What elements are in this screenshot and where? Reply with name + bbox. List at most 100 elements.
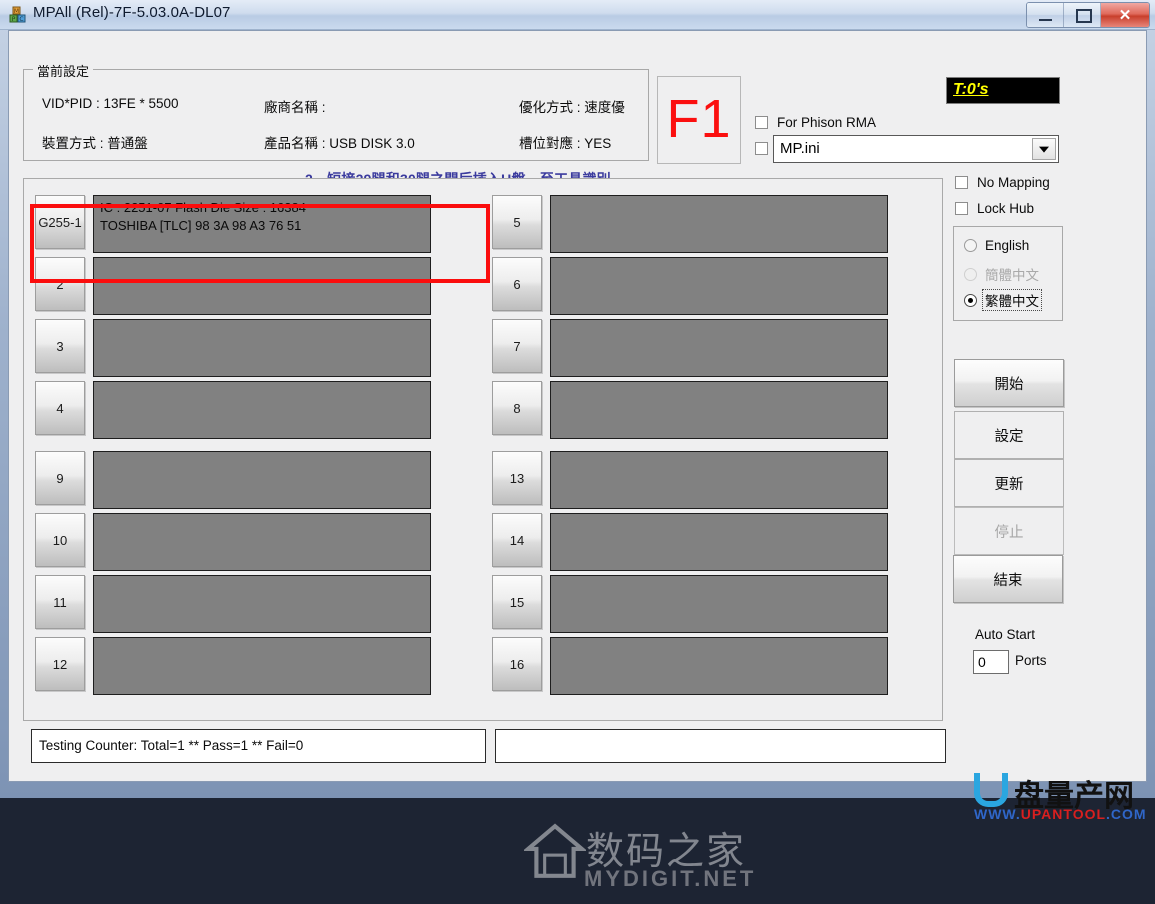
watermark-mydigit: 数码之家 MYDIGIT.NET: [524, 814, 844, 904]
window-controls: ✕: [1026, 2, 1150, 28]
lock-hub-row[interactable]: Lock Hub: [955, 201, 1034, 216]
slot-info-field[interactable]: IC : 2251-07 Flash Die Size : 16384 TOSH…: [93, 195, 431, 253]
ports-input[interactable]: 0: [973, 650, 1009, 674]
slot-number-button[interactable]: 8: [492, 381, 542, 435]
simplified-chinese-label: 簡體中文: [985, 268, 1039, 283]
slot-number-button[interactable]: 12: [35, 637, 85, 691]
close-icon: ✕: [1118, 7, 1132, 24]
status-message-field: [495, 729, 946, 763]
u-logo-icon: [974, 773, 1008, 807]
no-mapping-label: No Mapping: [977, 175, 1050, 190]
exit-button[interactable]: 結束: [953, 555, 1063, 603]
for-phison-rma-row[interactable]: For Phison RMA: [755, 115, 876, 130]
slot-info-field[interactable]: [550, 381, 888, 439]
slot-info-field[interactable]: [93, 451, 431, 509]
slot-number-button[interactable]: G255-1: [35, 195, 85, 249]
slot-info-field[interactable]: [550, 195, 888, 253]
current-settings-group: 當前設定 VID*PID : 13FE * 5500 裝置方式 : 普通盤 廠商…: [23, 61, 649, 161]
svg-text:P: P: [12, 16, 16, 23]
watermark-url-mid: UPANTOOL: [1020, 806, 1107, 822]
elapsed-time-value: T:0's: [953, 81, 989, 98]
stop-button: 停止: [954, 507, 1064, 555]
application-window: M P C MPAll (Rel)-7F-5.03.0A-DL07 ✕ 當前設定…: [0, 0, 1155, 891]
start-button[interactable]: 開始: [954, 359, 1064, 407]
app-icon: M P C: [9, 6, 26, 23]
slot-info-field[interactable]: [550, 257, 888, 315]
slot-info-field[interactable]: [93, 319, 431, 377]
slot-info-field[interactable]: [550, 575, 888, 633]
testing-counter-text: Testing Counter: Total=1 ** Pass=1 ** Fa…: [39, 738, 304, 753]
slots-panel: G255-1 IC : 2251-07 Flash Die Size : 163…: [23, 178, 943, 891]
ports-input-value: 0: [978, 654, 986, 670]
slot-info-line2: TOSHIBA [TLC] 98 3A 98 A3 76 51: [100, 218, 302, 233]
slot-info-field[interactable]: [93, 637, 431, 695]
watermark-center-cn: 数码之家: [586, 829, 747, 873]
watermark-center-en: MYDIGIT.NET: [584, 866, 757, 891]
slot-info-line1: IC : 2251-07 Flash Die Size : 16384: [100, 200, 306, 215]
slot-mapping-value: 槽位對應 : YES: [519, 136, 612, 151]
for-phison-rma-checkbox[interactable]: [755, 116, 768, 129]
ini-file-checkbox[interactable]: [755, 142, 768, 155]
language-option-simplified[interactable]: 簡體中文: [964, 264, 1039, 284]
svg-text:M: M: [14, 8, 19, 15]
slot-info-field[interactable]: [93, 575, 431, 633]
slot-number-button[interactable]: 6: [492, 257, 542, 311]
settings-button[interactable]: 設定: [954, 411, 1064, 459]
slot-number-button[interactable]: 15: [492, 575, 542, 629]
no-mapping-row[interactable]: No Mapping: [955, 175, 1050, 190]
slot-number-button[interactable]: 13: [492, 451, 542, 505]
simplified-chinese-radio[interactable]: [964, 267, 977, 281]
vid-pid-value: VID*PID : 13FE * 5500: [42, 96, 179, 111]
slot-info-field[interactable]: [550, 451, 888, 509]
slot-info-field[interactable]: [550, 319, 888, 377]
f1-label: F1: [666, 88, 732, 149]
slot-number-button[interactable]: 11: [35, 575, 85, 629]
maximize-icon: [1076, 9, 1092, 23]
f1-indicator-panel: F1: [657, 76, 741, 164]
slot-number-button[interactable]: 5: [492, 195, 542, 249]
device-mode-value: 裝置方式 : 普通盤: [42, 136, 148, 151]
slot-number-button[interactable]: 2: [35, 257, 85, 311]
watermark-logo-url: WWW.UPANTOOL.COM: [974, 806, 1147, 822]
slot-number-button[interactable]: 14: [492, 513, 542, 567]
vendor-name-value: 廠商名稱 :: [264, 100, 326, 115]
optimize-mode-value: 優化方式 : 速度優: [519, 100, 625, 115]
slot-number-button[interactable]: 4: [35, 381, 85, 435]
watermark-url-suffix: .COM: [1106, 806, 1147, 822]
window-frame: M P C MPAll (Rel)-7F-5.03.0A-DL07 ✕ 當前設定…: [0, 0, 1155, 891]
slot-info-field[interactable]: [550, 513, 888, 571]
for-phison-rma-label: For Phison RMA: [777, 115, 877, 130]
chevron-down-icon[interactable]: [1032, 138, 1056, 160]
current-settings-title: 當前設定: [33, 61, 94, 80]
update-button[interactable]: 更新: [954, 459, 1064, 507]
language-option-traditional[interactable]: 繁體中文: [964, 289, 1042, 311]
slot-info-field[interactable]: [550, 637, 888, 695]
slot-number-button[interactable]: 10: [35, 513, 85, 567]
slot-number-button[interactable]: 9: [35, 451, 85, 505]
house-icon: [524, 823, 586, 878]
minimize-button[interactable]: [1027, 3, 1064, 27]
slot-info-field[interactable]: [93, 513, 431, 571]
traditional-chinese-radio[interactable]: [964, 293, 977, 307]
slot-number-button[interactable]: 7: [492, 319, 542, 373]
lock-hub-checkbox[interactable]: [955, 202, 968, 215]
slot-info-field[interactable]: [93, 257, 431, 315]
slot-number-button[interactable]: 3: [35, 319, 85, 373]
close-button[interactable]: ✕: [1101, 3, 1149, 27]
client-area: 當前設定 VID*PID : 13FE * 5500 裝置方式 : 普通盤 廠商…: [8, 30, 1147, 891]
ini-file-combobox[interactable]: MP.ini: [773, 135, 1059, 163]
language-option-english[interactable]: English: [964, 238, 1029, 253]
lock-hub-label: Lock Hub: [977, 201, 1035, 216]
no-mapping-checkbox[interactable]: [955, 176, 968, 189]
maximize-button[interactable]: [1064, 3, 1101, 27]
title-bar: M P C MPAll (Rel)-7F-5.03.0A-DL07 ✕: [0, 0, 1155, 30]
slot-number-button[interactable]: 16: [492, 637, 542, 691]
watermark-url-prefix: WWW.: [974, 806, 1021, 822]
ports-label: Ports: [1015, 653, 1047, 668]
language-group: English 簡體中文 繁體中文: [953, 226, 1063, 321]
slot-info-field[interactable]: [93, 381, 431, 439]
watermark-upantool: 盘量产网 WWW.UPANTOOL.COM: [972, 773, 1155, 825]
english-radio[interactable]: [964, 239, 977, 252]
english-label: English: [985, 238, 1030, 253]
minimize-icon: [1039, 19, 1052, 21]
